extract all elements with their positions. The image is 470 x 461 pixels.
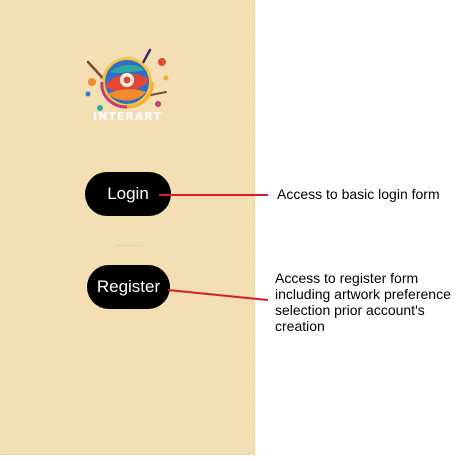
mockup-canvas: INTERART Login Register Access to basic …: [0, 0, 470, 461]
register-button[interactable]: Register: [87, 265, 170, 309]
register-annotation: Access to register form including artwor…: [275, 270, 451, 334]
divider: [116, 245, 142, 246]
login-annotation: Access to basic login form: [277, 186, 440, 202]
login-button[interactable]: Login: [85, 172, 171, 216]
brand-name: INTERART: [93, 110, 162, 123]
app-screen: INTERART Login Register: [0, 0, 255, 455]
